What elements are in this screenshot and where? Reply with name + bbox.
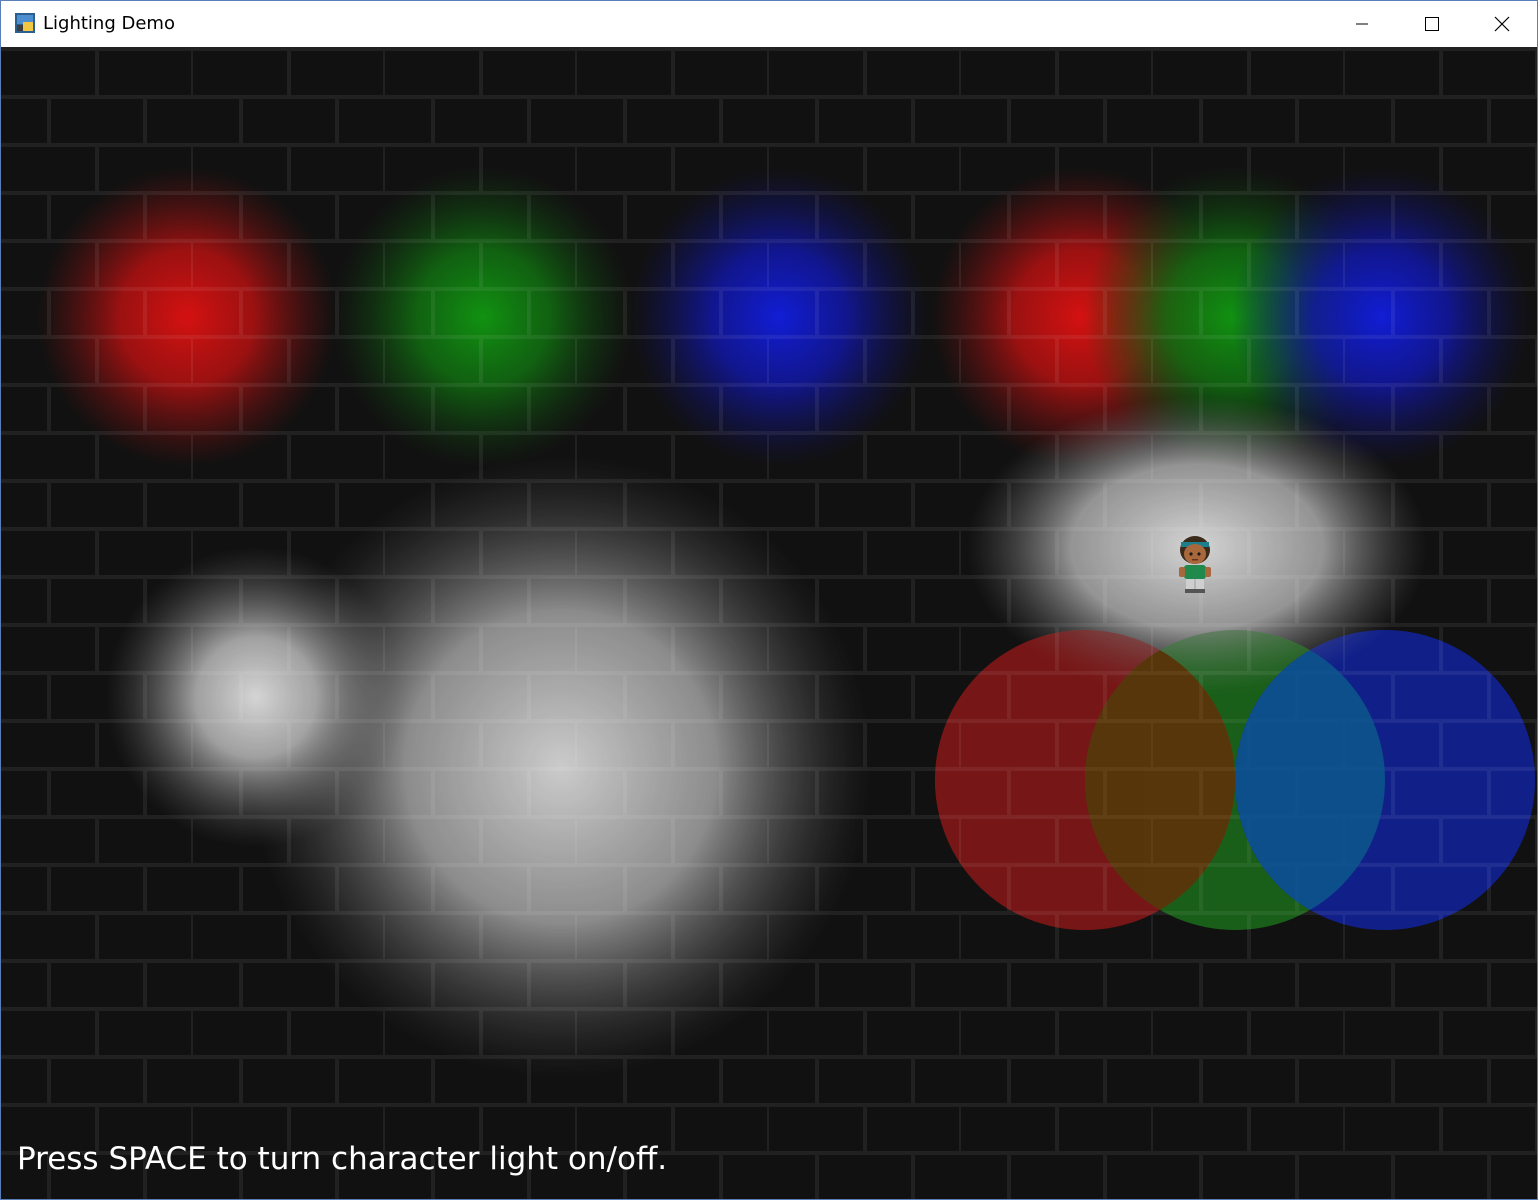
game-canvas[interactable]: Press SPACE to turn character light on/o… [1, 47, 1537, 1199]
python-app-icon [15, 13, 35, 33]
title-bar[interactable]: Lighting Demo [1, 1, 1537, 47]
minimize-button[interactable] [1327, 1, 1397, 47]
instruction-text: Press SPACE to turn character light on/o… [17, 1141, 668, 1177]
lighting-scene [1, 47, 1537, 1199]
maximize-icon [1425, 17, 1439, 31]
close-button[interactable] [1467, 1, 1537, 47]
close-icon [1494, 16, 1510, 32]
player-character [1179, 536, 1211, 593]
maximize-button[interactable] [1397, 1, 1467, 47]
window-title: Lighting Demo [43, 13, 175, 34]
app-window: Lighting Demo Press SPACE to turn charac… [0, 0, 1538, 1200]
minimize-icon [1356, 23, 1368, 25]
